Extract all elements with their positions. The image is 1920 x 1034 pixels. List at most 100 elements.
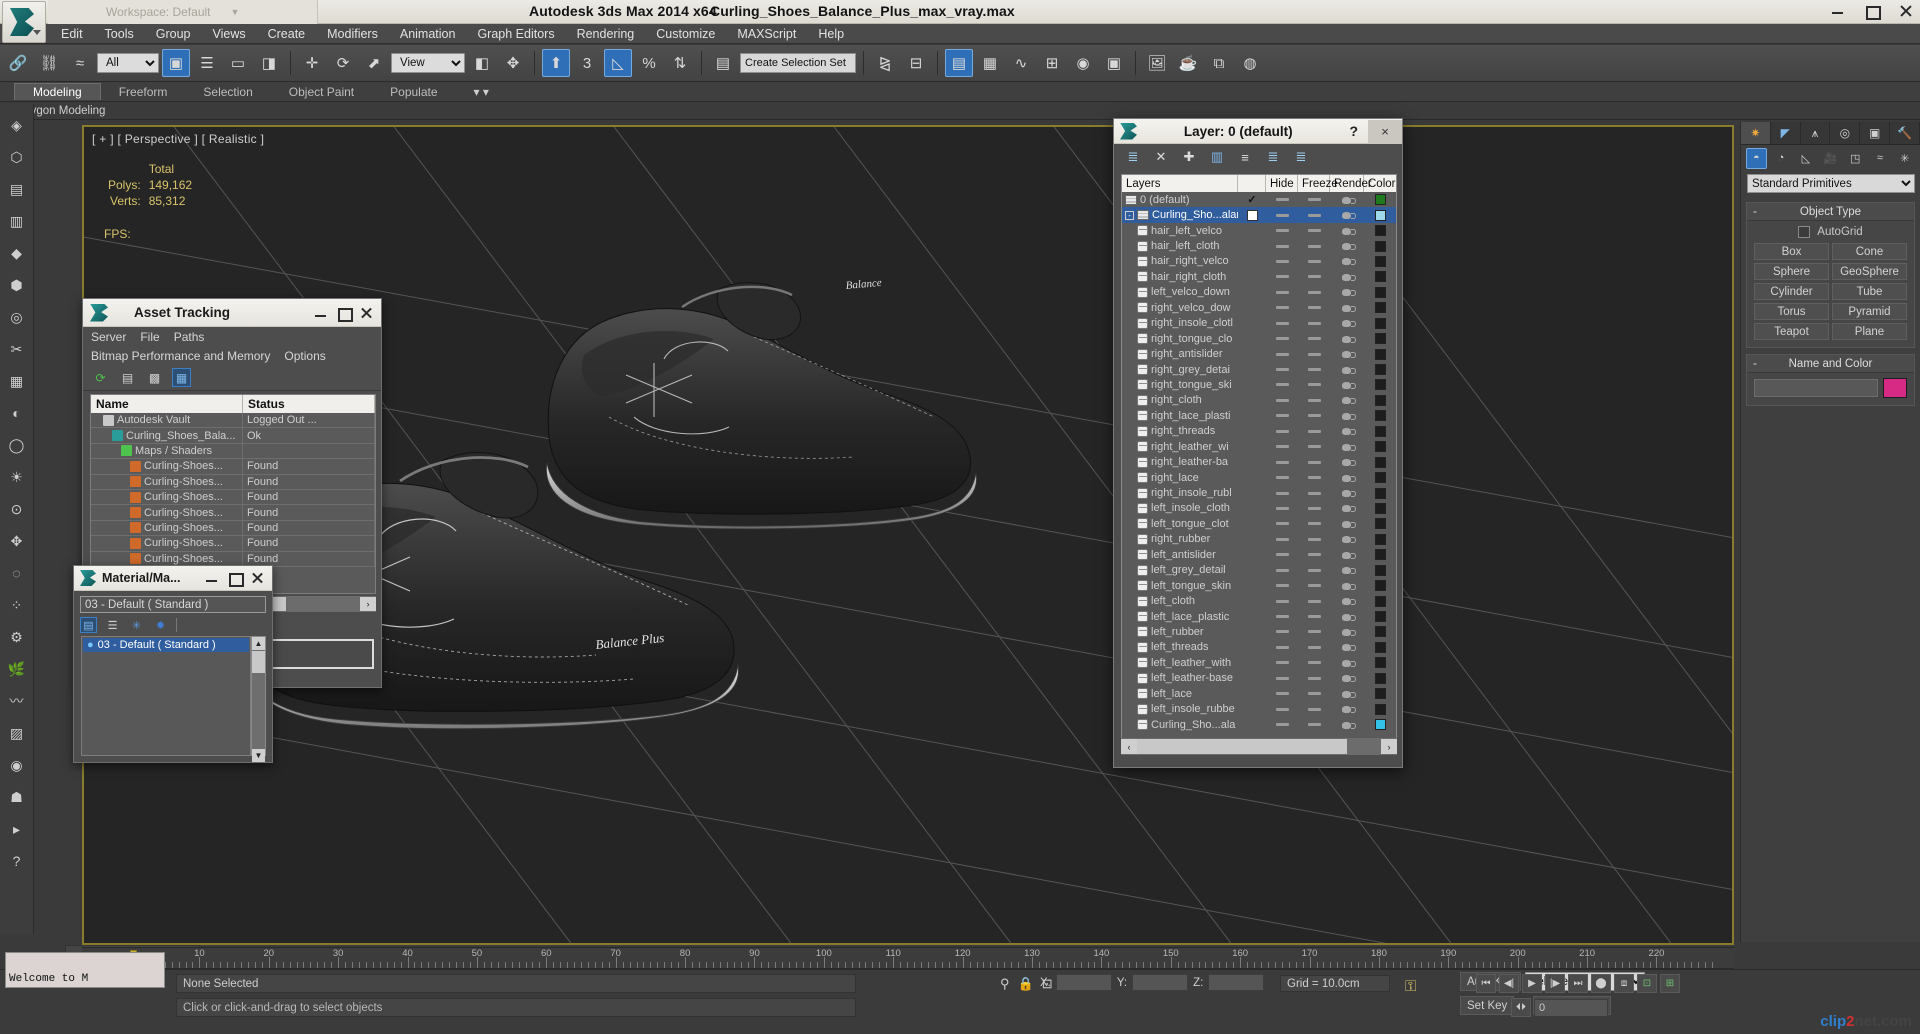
render-cell[interactable] xyxy=(1330,624,1364,639)
thumbnail-icon[interactable]: ▩ xyxy=(145,368,164,387)
layer-dialog-titlebar[interactable]: Layer: 0 (default) ? × xyxy=(1114,119,1402,144)
render-cell[interactable] xyxy=(1330,717,1364,732)
ribbon-tab-populate[interactable]: Populate xyxy=(372,84,455,100)
current-layer-cell[interactable] xyxy=(1238,238,1266,253)
cloth-icon[interactable]: ▨ xyxy=(2,718,32,748)
scroll-left-icon[interactable]: ‹ xyxy=(1121,739,1137,754)
lock-selection-icon[interactable]: 🔒 xyxy=(1018,976,1034,992)
help-icon[interactable]: ? xyxy=(1349,123,1358,139)
render-cell[interactable] xyxy=(1330,346,1364,361)
table-row[interactable]: Curling-Shoes... Found xyxy=(91,459,375,475)
color-swatch[interactable] xyxy=(1374,225,1386,237)
scroll-right-icon[interactable]: › xyxy=(360,597,376,611)
color-swatch[interactable] xyxy=(1374,626,1386,638)
key-mode-toggle-icon[interactable]: ⬤ xyxy=(1591,974,1611,993)
maximize-icon[interactable] xyxy=(335,304,353,322)
freeze-cell[interactable] xyxy=(1298,501,1330,516)
lights-icon[interactable]: ☀ xyxy=(2,462,32,492)
menu-tools[interactable]: Tools xyxy=(94,25,145,43)
snaps-toggle-icon[interactable]: ⬆ xyxy=(542,49,570,77)
layer-hscrollbar[interactable]: ‹ › xyxy=(1121,738,1397,755)
next-frame-icon[interactable]: |▶ xyxy=(1545,974,1565,993)
menu-options[interactable]: Options xyxy=(284,349,325,363)
current-layer-cell[interactable] xyxy=(1238,424,1266,439)
freeze-cell[interactable] xyxy=(1298,393,1330,408)
detail-view-icon[interactable]: ☰ xyxy=(104,617,121,633)
layer-row[interactable]: left_tongue_clot xyxy=(1122,516,1396,531)
menu-paths[interactable]: Paths xyxy=(174,330,205,344)
current-frame-field[interactable]: 0 xyxy=(1534,998,1608,1017)
help-icon[interactable]: ? xyxy=(2,846,32,876)
render-frame-window-icon[interactable]: 🖼 xyxy=(1143,49,1171,77)
hide-cell[interactable] xyxy=(1266,547,1298,562)
render-cell[interactable] xyxy=(1330,563,1364,578)
select-objects-icon[interactable]: ▥ xyxy=(1208,148,1226,166)
layer-row[interactable]: right_leather_wi xyxy=(1122,439,1396,454)
previous-frame-icon[interactable]: ◀| xyxy=(1499,974,1519,993)
create-box-button[interactable]: Box xyxy=(1754,243,1829,260)
populate-icon[interactable]: ☗ xyxy=(2,782,32,812)
plants-icon[interactable]: 🌿 xyxy=(2,654,32,684)
layer-manager-icon[interactable]: ▤ xyxy=(945,49,973,77)
material-editor-icon[interactable]: ◉ xyxy=(1069,49,1097,77)
layer-row[interactable]: left_grey_detail xyxy=(1122,563,1396,578)
hide-cell[interactable] xyxy=(1266,624,1298,639)
render-production-icon[interactable]: ☕ xyxy=(1174,49,1202,77)
current-layer-cell[interactable] xyxy=(1238,501,1266,516)
freeze-cell[interactable] xyxy=(1298,593,1330,608)
current-layer-cell[interactable] xyxy=(1238,609,1266,624)
polygon-icon[interactable]: ◆ xyxy=(2,238,32,268)
current-layer-cell[interactable] xyxy=(1238,254,1266,269)
table-row[interactable]: Curling-Shoes... Found xyxy=(91,520,375,537)
activeshade-icon[interactable]: ◍ xyxy=(1236,49,1264,77)
color-cell[interactable] xyxy=(1364,593,1396,608)
color-swatch[interactable] xyxy=(1374,240,1386,252)
spinner-snap-toggle-icon[interactable]: % xyxy=(635,49,663,77)
render-cell[interactable] xyxy=(1330,655,1364,670)
freeze-cell[interactable] xyxy=(1298,269,1330,284)
go-to-start-icon[interactable]: ⏮ xyxy=(1476,974,1496,993)
reference-coordinate-select[interactable]: View xyxy=(391,53,465,73)
freeze-cell[interactable] xyxy=(1298,609,1330,624)
object-name-input[interactable] xyxy=(1754,379,1878,397)
go-to-end-icon[interactable]: ⏭ xyxy=(1568,974,1588,993)
render-cell[interactable] xyxy=(1330,331,1364,346)
scrollbar-thumb[interactable] xyxy=(1137,739,1347,754)
render-cell[interactable] xyxy=(1330,285,1364,300)
color-swatch[interactable] xyxy=(1374,271,1386,283)
color-swatch[interactable] xyxy=(1374,502,1386,514)
color-cell[interactable] xyxy=(1364,331,1396,346)
scroll-right-icon[interactable]: › xyxy=(1381,739,1397,754)
polygon-modeling-icon[interactable]: ◈ xyxy=(2,110,32,140)
hide-cell[interactable] xyxy=(1266,609,1298,624)
layer-manager-dialog[interactable]: Layer: 0 (default) ? × ≣ ✕ ✚ ▥ ≡ ≣ ≣ Lay… xyxy=(1113,118,1403,768)
freeze-cell[interactable] xyxy=(1298,717,1330,732)
material-list-item[interactable]: ● 03 - Default ( Standard ) xyxy=(83,638,249,652)
asset-tracking-table[interactable]: Name Status Autodesk Vault Logged Out ...… xyxy=(90,394,376,594)
geometry-icon[interactable]: ◓ xyxy=(1746,147,1767,169)
freeze-cell[interactable] xyxy=(1298,207,1330,222)
freeze-cell[interactable] xyxy=(1298,485,1330,500)
freeze-cell[interactable] xyxy=(1298,439,1330,454)
color-swatch[interactable] xyxy=(1374,425,1386,437)
color-cell[interactable] xyxy=(1364,532,1396,547)
ribbon-toggle-icon[interactable]: ▦ xyxy=(976,49,1004,77)
color-swatch[interactable] xyxy=(1374,549,1386,561)
current-layer-cell[interactable] xyxy=(1238,269,1266,284)
menu-customize[interactable]: Customize xyxy=(645,25,726,43)
y-field[interactable] xyxy=(1132,974,1189,991)
color-swatch[interactable] xyxy=(1374,456,1386,468)
layer-row[interactable]: left_leather_with xyxy=(1122,655,1396,670)
layer-row[interactable]: left_lace xyxy=(1122,686,1396,701)
layer-row[interactable]: hair_right_cloth xyxy=(1122,269,1396,284)
color-swatch[interactable] xyxy=(1374,364,1386,376)
layer-row[interactable]: right_rubber xyxy=(1122,532,1396,547)
layer-row[interactable]: hair_left_velco xyxy=(1122,223,1396,238)
app-menu-button[interactable] xyxy=(2,1,46,43)
color-cell[interactable] xyxy=(1364,563,1396,578)
create-sphere-button[interactable]: Sphere xyxy=(1754,263,1829,280)
color-swatch[interactable] xyxy=(1374,518,1386,530)
color-swatch[interactable] xyxy=(1374,580,1386,592)
play-animation-icon[interactable]: ▶ xyxy=(1522,974,1542,993)
freeze-cell[interactable] xyxy=(1298,532,1330,547)
